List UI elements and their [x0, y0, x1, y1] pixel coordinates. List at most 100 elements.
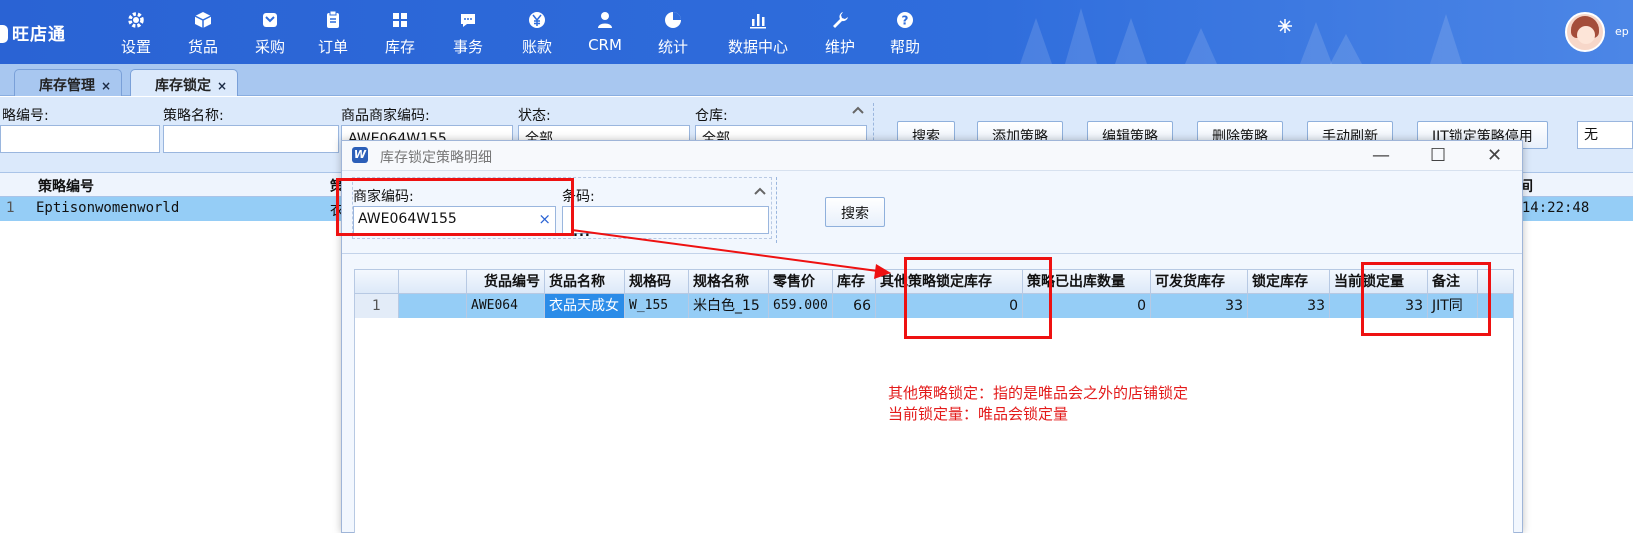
dialog-barcode-input[interactable] [562, 206, 769, 234]
row-spec-code: W_155 [625, 294, 689, 318]
logo-text: 旺店通 [12, 25, 66, 45]
help-icon: ? [897, 12, 913, 28]
tree-decoration [1065, 8, 1097, 64]
collapse-icon[interactable] [753, 186, 767, 198]
top-nav-bar: 旺店通 设置 货品 采购 订单 库存 事务 账款 CRM 统计 数据中心 维护 … [0, 0, 1633, 64]
nav-statistics[interactable]: 统计 [643, 10, 703, 57]
merchant-code-label: 商品商家编码: [341, 108, 430, 124]
row-strategy-no: Eptisonwomenworld [36, 200, 180, 216]
header-select [399, 270, 467, 294]
strategy-name-label: 策略名称: [163, 108, 224, 124]
avatar-face [1577, 26, 1595, 44]
tab-bar: 库存管理 × 库存锁定 × [0, 64, 1633, 96]
row-stock: 66 [833, 294, 876, 318]
extra-select[interactable]: 无 [1577, 121, 1633, 149]
row-retail-price: 659.000 [769, 294, 833, 318]
nav-maintenance[interactable]: 维护 [810, 10, 870, 57]
divider [342, 253, 1522, 254]
minimize-icon[interactable]: — [1372, 145, 1390, 166]
tab-label: 库存管理 [39, 78, 95, 94]
header-retail-price[interactable]: 零售价 [769, 270, 833, 294]
nav-data-center[interactable]: 数据中心 [718, 10, 798, 57]
nav-label: 维护 [824, 38, 855, 56]
row-index: 1 [6, 200, 15, 216]
header-goods-name[interactable]: 货品名称 [545, 270, 625, 294]
highlight-other-locked [904, 257, 1052, 339]
header-available[interactable]: 可发货库存 [1151, 270, 1248, 294]
tab-close-icon[interactable]: × [101, 79, 111, 93]
tree-decoration [1020, 18, 1052, 64]
nav-settings[interactable]: 设置 [106, 10, 166, 57]
clipboard-icon [327, 10, 339, 28]
tab-label: 库存锁定 [155, 78, 211, 94]
dialog-search-button[interactable]: 搜索 [825, 197, 885, 227]
wrench-icon [833, 12, 848, 28]
row-spec-name: 米白色_15 [689, 294, 769, 318]
avatar[interactable] [1565, 12, 1605, 52]
close-icon[interactable]: ✕ [1487, 145, 1502, 166]
nav-label: 数据中心 [727, 38, 788, 56]
row-goods-name[interactable]: 衣品天成女 [545, 294, 625, 318]
status-label: 状态: [518, 108, 551, 124]
tree-decoration [1115, 18, 1147, 64]
grid-icon [393, 13, 407, 27]
nav-label: 订单 [317, 38, 348, 56]
strategy-no-input[interactable] [0, 125, 160, 153]
nav-label: 设置 [120, 38, 151, 56]
header-stock[interactable]: 库存 [833, 270, 876, 294]
nav-label: 采购 [254, 38, 285, 56]
nav-affairs[interactable]: 事务 [438, 10, 498, 57]
header-index [355, 270, 399, 294]
dialog-title: 库存锁定策略明细 [380, 150, 492, 166]
tab-inventory-lock[interactable]: 库存锁定 × [130, 69, 239, 96]
person-icon [598, 12, 612, 28]
annotation-line: 当前锁定量：唯品会锁定量 [888, 405, 1069, 423]
row-select[interactable] [399, 294, 467, 318]
box-icon [194, 12, 212, 28]
highlight-merchant-code [336, 178, 574, 236]
svg-text:?: ? [902, 14, 909, 28]
highlight-current-locked [1361, 262, 1491, 336]
nav-label: 账款 [521, 38, 552, 56]
nav-orders[interactable]: 订单 [303, 10, 363, 57]
chat-icon [461, 14, 475, 27]
collapse-icon[interactable] [851, 105, 865, 117]
nav-goods[interactable]: 货品 [173, 10, 233, 57]
nav-label: CRM [588, 36, 622, 54]
logo-mark-icon [0, 25, 8, 43]
bar-chart-icon [750, 14, 766, 29]
tree-decoration [1330, 34, 1362, 64]
nav-help[interactable]: ? 帮助 [875, 10, 935, 57]
header-goods-no[interactable]: 货品编号 [467, 270, 545, 294]
yen-icon [529, 12, 545, 28]
tab-inventory-management[interactable]: 库存管理 × [14, 69, 123, 96]
row-goods-no: AWE064 [467, 294, 545, 318]
tree-decoration [1300, 22, 1332, 64]
annotation-line: 其他策略锁定：指的是唯品会之外的店铺锁定 [888, 384, 1189, 402]
nav-accounts[interactable]: 账款 [507, 10, 567, 57]
app-icon: W [352, 147, 368, 163]
username[interactable]: ep [1615, 25, 1629, 38]
strategy-name-input[interactable] [163, 125, 339, 153]
header-strategy-no[interactable]: 策略编号 [38, 176, 94, 196]
app-logo[interactable]: 旺店通 [0, 20, 66, 45]
cart-icon [263, 13, 277, 27]
nav-label: 货品 [187, 38, 218, 56]
gear-icon [128, 12, 144, 28]
header-spec-code[interactable]: 规格码 [625, 270, 689, 294]
nav-crm[interactable]: CRM [575, 10, 635, 54]
nav-label: 事务 [452, 38, 483, 56]
maximize-icon[interactable]: ☐ [1430, 145, 1446, 166]
warehouse-label: 仓库: [695, 108, 728, 124]
header-locked[interactable]: 锁定库存 [1248, 270, 1330, 294]
more-icon[interactable]: ... [573, 225, 591, 240]
nav-inventory[interactable]: 库存 [370, 10, 430, 57]
row-locked: 33 [1248, 294, 1330, 318]
tree-decoration [1430, 14, 1462, 64]
nav-label: 帮助 [889, 38, 920, 56]
extra-value: 无 [1584, 127, 1598, 143]
tab-close-icon[interactable]: × [217, 79, 227, 93]
divider [776, 177, 777, 243]
nav-purchase[interactable]: 采购 [240, 10, 300, 57]
header-spec-name[interactable]: 规格名称 [689, 270, 769, 294]
